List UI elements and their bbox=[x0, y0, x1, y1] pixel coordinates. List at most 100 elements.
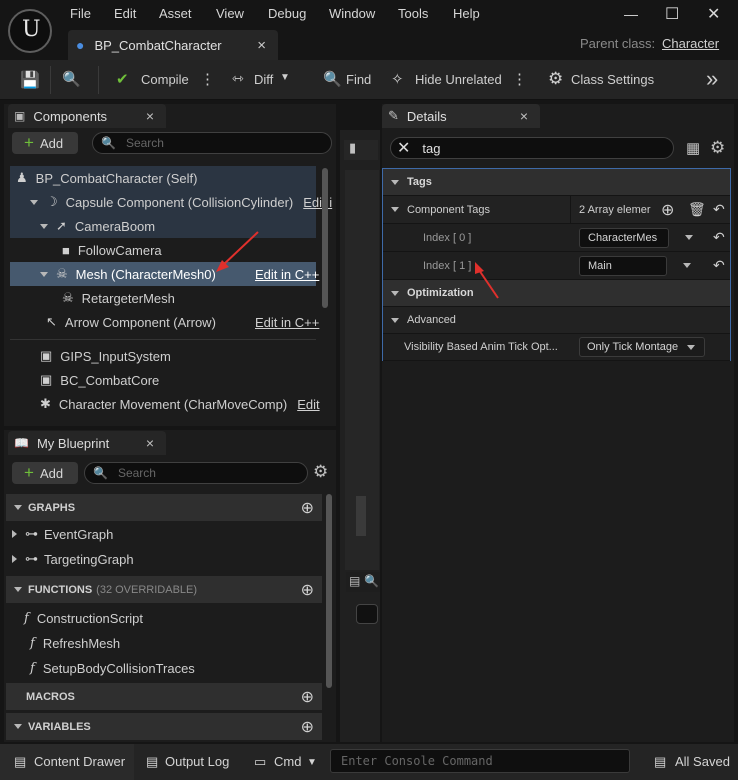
visibility-tick-row[interactable]: Visibility Based Anim Tick Opt... Only T… bbox=[383, 334, 730, 361]
optimization-section-header[interactable]: Optimization bbox=[383, 280, 730, 307]
cmd-icon[interactable]: ▭ bbox=[254, 754, 266, 770]
tree-item-arrow[interactable]: ↖ Arrow Component (Arrow) Edit in C++ bbox=[10, 310, 319, 334]
add-function-icon[interactable]: ⊕ bbox=[301, 580, 314, 600]
graph-item-eventgraph[interactable]: ⊶ EventGraph bbox=[8, 522, 308, 546]
collapse-arrow-icon[interactable] bbox=[14, 724, 22, 729]
tree-item-charmove[interactable]: ✱ Character Movement (CharMoveComp) Edit bbox=[10, 392, 320, 416]
menu-asset[interactable]: Asset bbox=[159, 6, 192, 21]
tag-index-1-input[interactable]: Main bbox=[579, 255, 667, 276]
close-panel-icon[interactable]: × bbox=[520, 108, 528, 124]
diff-icon[interactable]: ⇿ bbox=[232, 70, 244, 87]
tree-item-mesh[interactable]: ☠ Mesh (CharacterMesh0) Edit in C++ bbox=[10, 262, 319, 286]
table-view-icon[interactable]: ▦ bbox=[686, 139, 700, 157]
cmd-dropdown[interactable]: Cmd bbox=[274, 754, 301, 769]
find-button[interactable]: Find bbox=[346, 72, 371, 87]
gear-icon[interactable]: ⚙ bbox=[710, 138, 725, 158]
collapse-arrow-icon[interactable] bbox=[14, 587, 22, 592]
reset-icon[interactable]: ↶ bbox=[713, 257, 725, 274]
class-settings-button[interactable]: Class Settings bbox=[571, 72, 654, 87]
collapse-arrow-icon[interactable] bbox=[391, 290, 399, 296]
expand-arrow-icon[interactable] bbox=[40, 271, 48, 277]
trash-icon[interactable]: 🗑 bbox=[688, 201, 706, 218]
expand-arrow-icon[interactable] bbox=[12, 555, 17, 563]
gear-icon[interactable]: ⚙ bbox=[548, 69, 563, 89]
overflow-chevron-icon[interactable]: » bbox=[706, 66, 718, 92]
graph-item-targetinggraph[interactable]: ⊶ TargetingGraph bbox=[8, 547, 308, 571]
add-element-icon[interactable]: ⊕ bbox=[661, 200, 674, 220]
reset-icon[interactable]: ↶ bbox=[713, 201, 725, 218]
bookmark-icon[interactable]: ▮ bbox=[349, 140, 356, 156]
details-search-input[interactable]: ✕ tag bbox=[390, 137, 674, 159]
tag-index-1-row[interactable]: Index [ 1 ] Main ↶ bbox=[383, 252, 730, 280]
browse-icon[interactable]: 🔍 bbox=[62, 70, 81, 88]
tags-section-header[interactable]: Tags bbox=[383, 169, 730, 196]
content-drawer-icon[interactable]: ▤ bbox=[14, 754, 26, 770]
visibility-tick-dropdown[interactable]: Only Tick Montage bbox=[579, 337, 705, 357]
save-icon[interactable]: 💾 bbox=[20, 70, 40, 90]
tree-item-retargetermesh[interactable]: ☠ RetargeterMesh bbox=[10, 286, 316, 310]
collapse-arrow-icon[interactable] bbox=[14, 505, 22, 510]
diff-button[interactable]: Diff bbox=[254, 72, 273, 87]
find-results-icon[interactable]: ▤ bbox=[349, 574, 360, 588]
hide-unrelated-button[interactable]: Hide Unrelated bbox=[415, 72, 502, 87]
chevron-down-icon[interactable] bbox=[685, 235, 693, 240]
compile-icon[interactable]: ✔ bbox=[116, 70, 129, 88]
tree-item-cameraboom[interactable]: ➚ CameraBoom bbox=[10, 214, 316, 238]
menu-tools[interactable]: Tools bbox=[398, 6, 428, 21]
add-member-button[interactable]: + Add bbox=[12, 462, 78, 484]
variables-header[interactable]: VARIABLES ⊕ bbox=[6, 713, 322, 740]
close-panel-icon[interactable]: × bbox=[146, 435, 154, 451]
tree-item-followcamera[interactable]: ■ FollowCamera bbox=[10, 238, 316, 262]
menu-edit[interactable]: Edit bbox=[114, 6, 136, 21]
function-item[interactable]: f ConstructionScript bbox=[8, 606, 308, 630]
my-blueprint-search-input[interactable]: 🔍 Search bbox=[84, 462, 308, 484]
function-item[interactable]: f SetupBodyCollisionTraces bbox=[8, 656, 308, 680]
close-tab-icon[interactable]: × bbox=[257, 37, 266, 54]
tag-index-0-input[interactable]: CharacterMes bbox=[579, 227, 669, 248]
tree-item-bccombatcore[interactable]: ▣ BC_CombatCore bbox=[10, 368, 316, 392]
lower-search-input[interactable] bbox=[356, 604, 378, 624]
tree-item-self[interactable]: ♟ BP_CombatCharacter (Self) bbox=[10, 166, 316, 190]
menu-debug[interactable]: Debug bbox=[268, 6, 306, 21]
search-icon[interactable]: 🔍 bbox=[364, 574, 379, 588]
hide-unrelated-icon[interactable]: ✧ bbox=[391, 70, 404, 88]
my-blueprint-scrollbar[interactable] bbox=[326, 494, 332, 688]
my-blueprint-tab[interactable]: 📖 My Blueprint × bbox=[8, 431, 166, 455]
close-window-icon[interactable]: ✕ bbox=[707, 4, 720, 24]
expand-arrow-icon[interactable] bbox=[40, 223, 48, 229]
details-tab[interactable]: ✎ Details × bbox=[382, 104, 540, 128]
menu-window[interactable]: Window bbox=[329, 6, 375, 21]
more-options-icon[interactable]: ⋮ bbox=[512, 70, 527, 88]
tree-item-gips[interactable]: ▣ GIPS_InputSystem bbox=[10, 344, 316, 368]
content-drawer-button[interactable]: Content Drawer bbox=[34, 754, 125, 769]
add-graph-icon[interactable]: ⊕ bbox=[301, 498, 314, 518]
tree-item-capsule[interactable]: ☽ Capsule Component (CollisionCylinder) … bbox=[10, 190, 332, 214]
parent-class-link[interactable]: Character bbox=[662, 36, 719, 51]
advanced-row[interactable]: Advanced bbox=[383, 307, 730, 334]
edit-in-cpp-link[interactable]: Edit bbox=[297, 397, 319, 412]
gear-icon[interactable]: ⚙ bbox=[313, 462, 328, 482]
all-saved-status[interactable]: All Saved bbox=[675, 754, 730, 769]
collapse-arrow-icon[interactable] bbox=[391, 317, 399, 323]
close-panel-icon[interactable]: × bbox=[146, 108, 154, 124]
menu-file[interactable]: File bbox=[70, 6, 91, 21]
components-search-input[interactable]: 🔍 Search bbox=[92, 132, 332, 154]
console-command-input[interactable]: Enter Console Command bbox=[330, 749, 630, 773]
collapse-arrow-icon[interactable] bbox=[391, 179, 399, 185]
edit-in-cpp-link[interactable]: Edit in C++ bbox=[255, 315, 319, 330]
menu-help[interactable]: Help bbox=[453, 6, 480, 21]
unreal-logo-icon[interactable]: U bbox=[8, 9, 52, 53]
expand-arrow-icon[interactable] bbox=[12, 530, 17, 538]
find-icon[interactable]: 🔍 bbox=[323, 70, 342, 88]
reset-icon[interactable]: ↶ bbox=[713, 229, 725, 246]
graphs-header[interactable]: GRAPHS ⊕ bbox=[6, 494, 322, 521]
collapse-arrow-icon[interactable] bbox=[391, 207, 399, 212]
edit-in-cpp-link[interactable]: Edit in C++ bbox=[255, 267, 319, 282]
clear-search-icon[interactable]: ✕ bbox=[397, 138, 410, 158]
expand-arrow-icon[interactable] bbox=[30, 199, 38, 205]
chevron-down-icon[interactable]: ▼ bbox=[307, 757, 317, 768]
component-tags-row[interactable]: Component Tags 2 Array elemer ⊕ 🗑 ↶ bbox=[383, 196, 730, 224]
functions-header[interactable]: FUNCTIONS (32 OVERRIDABLE) ⊕ bbox=[6, 576, 322, 603]
chevron-down-icon[interactable]: ▼ bbox=[280, 72, 290, 83]
add-macro-icon[interactable]: ⊕ bbox=[301, 687, 314, 707]
